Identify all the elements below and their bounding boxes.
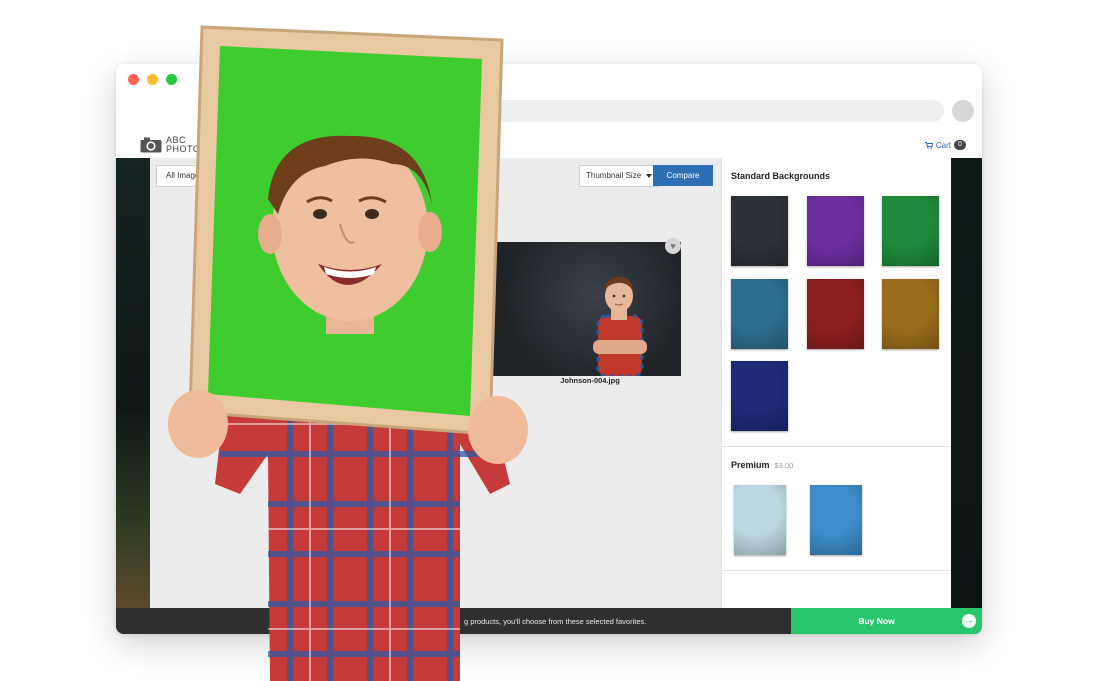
background-edge-left (116, 158, 150, 608)
hero-boy-with-frame (168, 25, 528, 681)
background-swatch[interactable] (882, 279, 939, 349)
background-swatch[interactable] (731, 361, 788, 431)
buy-now-button[interactable]: Buy Now → (791, 608, 982, 634)
heart-icon: ♥ (670, 241, 676, 251)
cart-count-badge: 0 (954, 140, 966, 150)
premium-heading: Premium $3.00 (731, 460, 793, 470)
compare-button[interactable]: Compare (653, 165, 713, 186)
close-window-button[interactable] (128, 74, 139, 85)
cart-icon (924, 141, 933, 149)
background-swatch[interactable] (807, 279, 864, 349)
background-swatch[interactable] (807, 196, 864, 266)
chevron-down-icon (646, 174, 653, 178)
thumbnail-size-label: Thumbnail Size (586, 171, 642, 180)
premium-swatch[interactable] (734, 485, 786, 555)
arrow-right-icon: → (962, 614, 976, 628)
address-bar[interactable] (476, 100, 944, 122)
cart-label: Cart (935, 140, 951, 150)
background-swatch[interactable] (882, 196, 939, 266)
minimize-window-button[interactable] (147, 74, 158, 85)
profile-avatar[interactable] (952, 100, 974, 122)
background-swatch[interactable] (731, 279, 788, 349)
standard-backgrounds-heading: Standard Backgrounds (731, 171, 831, 181)
section-divider (722, 570, 951, 571)
background-swatch[interactable] (731, 196, 788, 266)
boy-photo-illustration (593, 276, 647, 376)
backgrounds-sidebar: Standard Backgrounds Premium $3.00 (721, 158, 951, 608)
premium-swatch[interactable] (810, 485, 862, 555)
favorite-button[interactable]: ♥ (665, 238, 681, 254)
buy-now-label: Buy Now (858, 616, 895, 626)
camera-icon (140, 137, 162, 153)
background-edge-right (950, 158, 982, 608)
section-divider (722, 446, 951, 447)
cart-link[interactable]: Cart 0 (924, 140, 966, 150)
premium-price: $3.00 (774, 461, 794, 470)
premium-label: Premium (731, 460, 770, 470)
thumbnail-size-dropdown[interactable]: Thumbnail Size (579, 165, 660, 187)
